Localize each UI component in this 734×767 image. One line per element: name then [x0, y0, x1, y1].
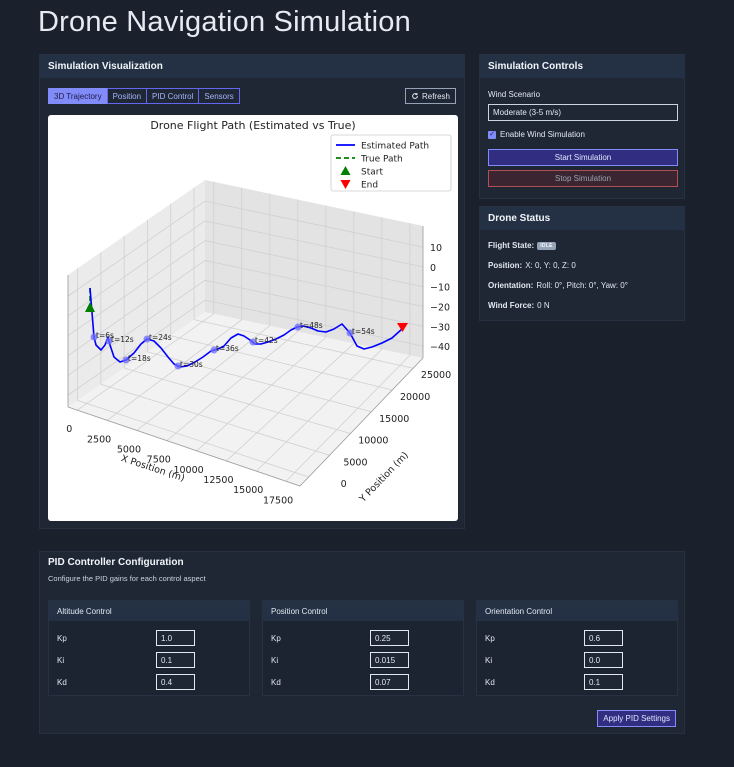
time-label: t=24s	[149, 333, 172, 342]
checkmark-icon: ✓	[489, 131, 495, 138]
time-label: t=12s	[111, 335, 134, 344]
controls-header: Simulation Controls	[480, 55, 684, 78]
x-tick-label: 17500	[263, 495, 293, 506]
viz-tabbar: 3D Trajectory Position PID Control Senso…	[48, 88, 240, 104]
position-kd-label: Kd	[271, 677, 281, 687]
y-tick-label: 15000	[379, 414, 409, 425]
visualization-header: Simulation Visualization	[40, 55, 464, 78]
tab-sensors[interactable]: Sensors	[198, 88, 240, 104]
orientation-ki-label: Ki	[485, 655, 493, 665]
position-control-panel: Position Control Kp Ki Kd	[262, 600, 464, 696]
altitude-control-title: Altitude Control	[49, 601, 249, 621]
status-header: Drone Status	[480, 207, 684, 230]
position-control-title: Position Control	[263, 601, 463, 621]
orientation-kd-label: Kd	[485, 677, 495, 687]
orientation-label: Orientation:	[488, 281, 534, 290]
wind-scenario-select[interactable]: Moderate (3-5 m/s)	[488, 104, 678, 121]
pid-config-title: PID Controller Configuration	[48, 557, 184, 568]
orientation-kp-label: Kp	[485, 633, 495, 643]
y-tick-label: 25000	[421, 370, 451, 381]
wind-enable-row: ✓ Enable Wind Simulation	[488, 130, 585, 139]
time-label: t=18s	[128, 354, 151, 363]
flight-state-label: Flight State:	[488, 241, 535, 250]
tab-pid-control[interactable]: PID Control	[146, 88, 200, 104]
pid-config-panel: PID Controller Configuration Configure t…	[39, 551, 685, 734]
position-kd-input[interactable]	[370, 674, 409, 690]
altitude-ki-input[interactable]	[156, 652, 195, 668]
position-value: X: 0, Y: 0, Z: 0	[525, 261, 576, 270]
flight-path-plot: 0250050007500100001250015000175000500010…	[66, 119, 452, 506]
z-tick-label: 0	[430, 263, 436, 274]
orientation-control-panel: Orientation Control Kp Ki Kd	[476, 600, 678, 696]
flight-state-badge: IDLE	[537, 241, 556, 250]
y-tick-label: 20000	[400, 392, 430, 403]
y-tick-label: 5000	[343, 457, 367, 468]
legend-label: Start	[361, 168, 383, 178]
pid-config-subtitle: Configure the PID gains for each control…	[48, 574, 206, 583]
flight-path-chart: 0 2500 5000 7500 10000 12500 15000 17500 0 5000 10…	[48, 115, 458, 521]
wind-scenario-label: Wind Scenario	[488, 90, 541, 99]
orientation-control-title: Orientation Control	[477, 601, 677, 621]
x-tick-label: 2500	[87, 434, 111, 445]
orientation-kp-input[interactable]	[584, 630, 623, 646]
stop-simulation-button[interactable]: Stop Simulation	[488, 170, 678, 187]
x-tick-label: 15000	[233, 485, 263, 496]
altitude-kp-input[interactable]	[156, 630, 195, 646]
visualization-panel: Simulation Visualization 3D Trajectory P…	[39, 54, 465, 529]
altitude-control-panel: Altitude Control Kp Ki Kd	[48, 600, 250, 696]
refresh-icon	[412, 92, 418, 99]
flight-state-line: Flight State: IDLE	[488, 241, 556, 250]
z-tick-label: −40	[430, 342, 450, 353]
position-kp-label: Kp	[271, 633, 281, 643]
position-ki-input[interactable]	[370, 652, 409, 668]
z-tick-label: −20	[430, 303, 450, 314]
position-line: Position: X: 0, Y: 0, Z: 0	[488, 261, 576, 270]
position-label: Position:	[488, 261, 523, 270]
time-label: t=48s	[300, 321, 323, 330]
wind-enable-label: Enable Wind Simulation	[500, 130, 585, 139]
x-tick-label: 5000	[117, 444, 141, 455]
wind-force-label: Wind Force:	[488, 301, 535, 310]
altitude-kp-label: Kp	[57, 633, 67, 643]
refresh-label: Refresh	[421, 91, 450, 101]
time-label: t=54s	[352, 327, 375, 336]
orientation-line: Orientation: Roll: 0°, Pitch: 0°, Yaw: 0…	[488, 281, 628, 290]
simulation-controls-panel: Simulation Controls Wind Scenario Modera…	[479, 54, 685, 199]
z-tick-label: −30	[430, 322, 450, 333]
altitude-ki-label: Ki	[57, 655, 65, 665]
legend-label: End	[361, 181, 378, 191]
wind-force-line: Wind Force: 0 N	[488, 301, 550, 310]
y-tick-label: 10000	[358, 436, 388, 447]
start-simulation-button[interactable]: Start Simulation	[488, 149, 678, 166]
time-label: t=42s	[255, 336, 278, 345]
page-title: Drone Navigation Simulation	[38, 6, 411, 38]
legend-label: True Path	[360, 155, 403, 165]
orientation-value: Roll: 0°, Pitch: 0°, Yaw: 0°	[536, 281, 628, 290]
chart-title: Drone Flight Path (Estimated vs True)	[150, 119, 355, 132]
wind-enable-checkbox[interactable]: ✓	[488, 130, 496, 139]
orientation-kd-input[interactable]	[584, 674, 623, 690]
drone-status-panel: Drone Status Flight State: IDLE Position…	[479, 206, 685, 321]
y-tick-label: 0	[341, 479, 347, 490]
altitude-kd-label: Kd	[57, 677, 67, 687]
altitude-kd-input[interactable]	[156, 674, 195, 690]
x-tick-label: 12500	[203, 475, 233, 486]
wind-force-value: 0 N	[537, 301, 550, 310]
legend-label: Estimated Path	[361, 142, 429, 152]
tab-3d-trajectory[interactable]: 3D Trajectory	[48, 88, 108, 104]
orientation-ki-input[interactable]	[584, 652, 623, 668]
x-tick-label: 0	[66, 424, 72, 435]
refresh-button[interactable]: Refresh	[404, 88, 456, 104]
time-label: t=30s	[180, 360, 203, 369]
position-kp-input[interactable]	[370, 630, 409, 646]
tab-position[interactable]: Position	[106, 88, 148, 104]
position-ki-label: Ki	[271, 655, 279, 665]
time-label: t=36s	[216, 344, 239, 353]
z-tick-label: 10	[430, 243, 442, 254]
apply-pid-button[interactable]: Apply PID Settings	[597, 710, 676, 727]
z-tick-label: −10	[430, 283, 450, 294]
